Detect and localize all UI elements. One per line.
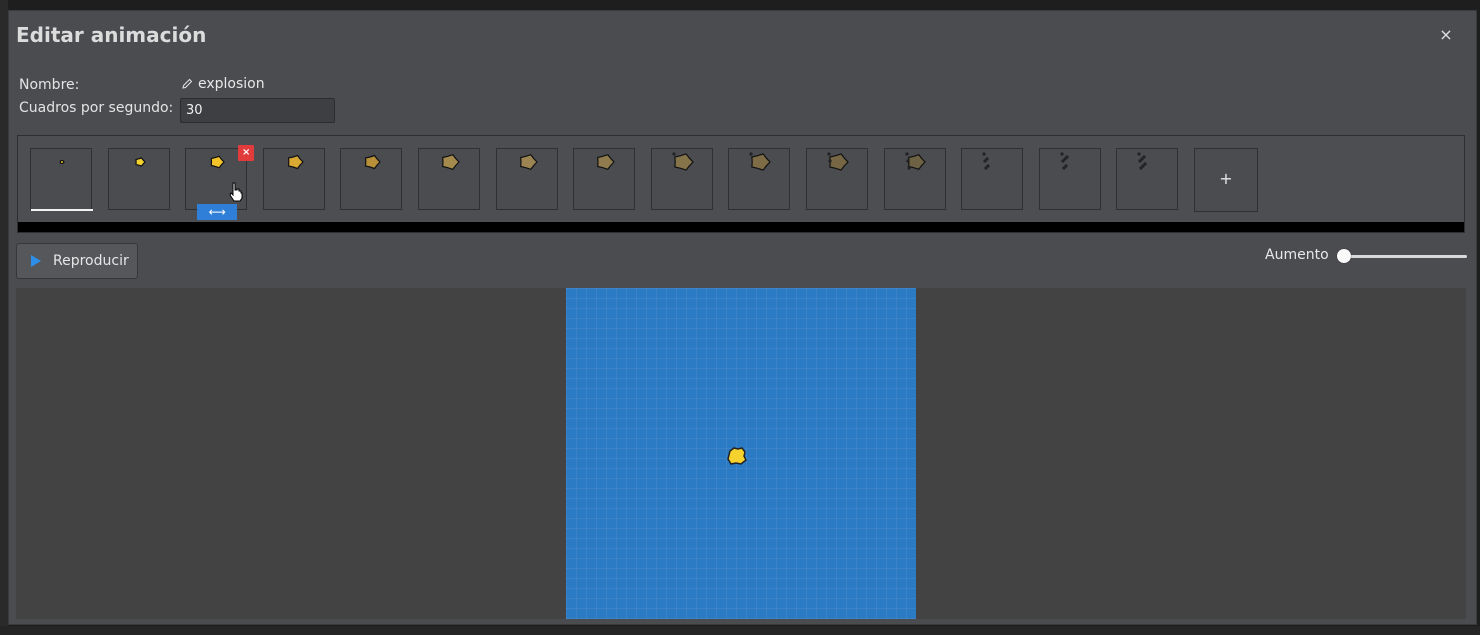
delete-frame-button[interactable]: × [238, 145, 255, 161]
frame-sprite [442, 153, 460, 171]
animation-frame[interactable] [728, 148, 791, 210]
frame-sprite [134, 157, 146, 167]
animation-frame[interactable] [1038, 148, 1101, 210]
play-button[interactable]: Reproducir [16, 243, 138, 279]
zoom-label: Aumento [1265, 247, 1329, 263]
frame-sprite [365, 154, 382, 170]
animation-frame[interactable] [806, 148, 868, 210]
name-label: Nombre: [19, 77, 80, 93]
frame-sprite [519, 153, 538, 171]
frame-sprite [287, 154, 304, 170]
selected-frame-indicator [31, 209, 93, 211]
frame-sprite [827, 152, 849, 171]
animation-frame[interactable] [418, 148, 480, 210]
zoom-slider-thumb[interactable] [1337, 249, 1351, 263]
frame-sprite [1137, 152, 1147, 170]
animation-frame[interactable] [961, 148, 1024, 210]
explosion-sprite [727, 447, 747, 465]
animation-frame[interactable] [340, 148, 403, 210]
move-frame-handle[interactable]: ⟷ [197, 204, 238, 220]
name-editable[interactable]: explosion [181, 76, 265, 92]
preview-canvas [566, 288, 916, 619]
frame-sprite [597, 153, 616, 171]
animation-frame[interactable] [573, 148, 636, 210]
preview-area [16, 288, 1466, 619]
animation-frame[interactable] [650, 148, 713, 210]
name-value: explosion [198, 76, 265, 92]
frame-sprite [672, 152, 694, 171]
frame-sprite [982, 152, 990, 170]
background-editor-edge [0, 0, 8, 635]
animation-frame[interactable] [883, 148, 946, 210]
background-editor-bottom [0, 626, 1480, 635]
frame-sprite [904, 152, 926, 171]
fps-input[interactable] [180, 98, 335, 123]
close-button[interactable]: × [1438, 27, 1454, 43]
frame-sprite [1060, 152, 1069, 170]
animation-frame[interactable] [30, 148, 93, 211]
frames-scrollbar[interactable] [18, 222, 1464, 232]
add-frame-button[interactable]: + [1194, 148, 1258, 212]
animation-frame[interactable] [1116, 148, 1179, 210]
animation-frame[interactable] [495, 148, 558, 210]
play-label: Reproducir [53, 253, 129, 269]
frame-sprite [59, 159, 65, 165]
play-icon [31, 255, 41, 267]
animation-frame[interactable] [262, 148, 325, 210]
dialog-title: Editar animación [16, 23, 207, 47]
fps-label: Cuadros por segundo: [19, 100, 174, 116]
frame-sprite [749, 152, 772, 171]
zoom-slider-track[interactable] [1343, 255, 1467, 258]
edit-animation-dialog: Editar animación × Nombre: explosion Cua… [8, 10, 1477, 625]
pencil-icon [181, 78, 193, 90]
animation-frame[interactable] [107, 148, 170, 210]
hand-pointer-icon [229, 182, 243, 202]
